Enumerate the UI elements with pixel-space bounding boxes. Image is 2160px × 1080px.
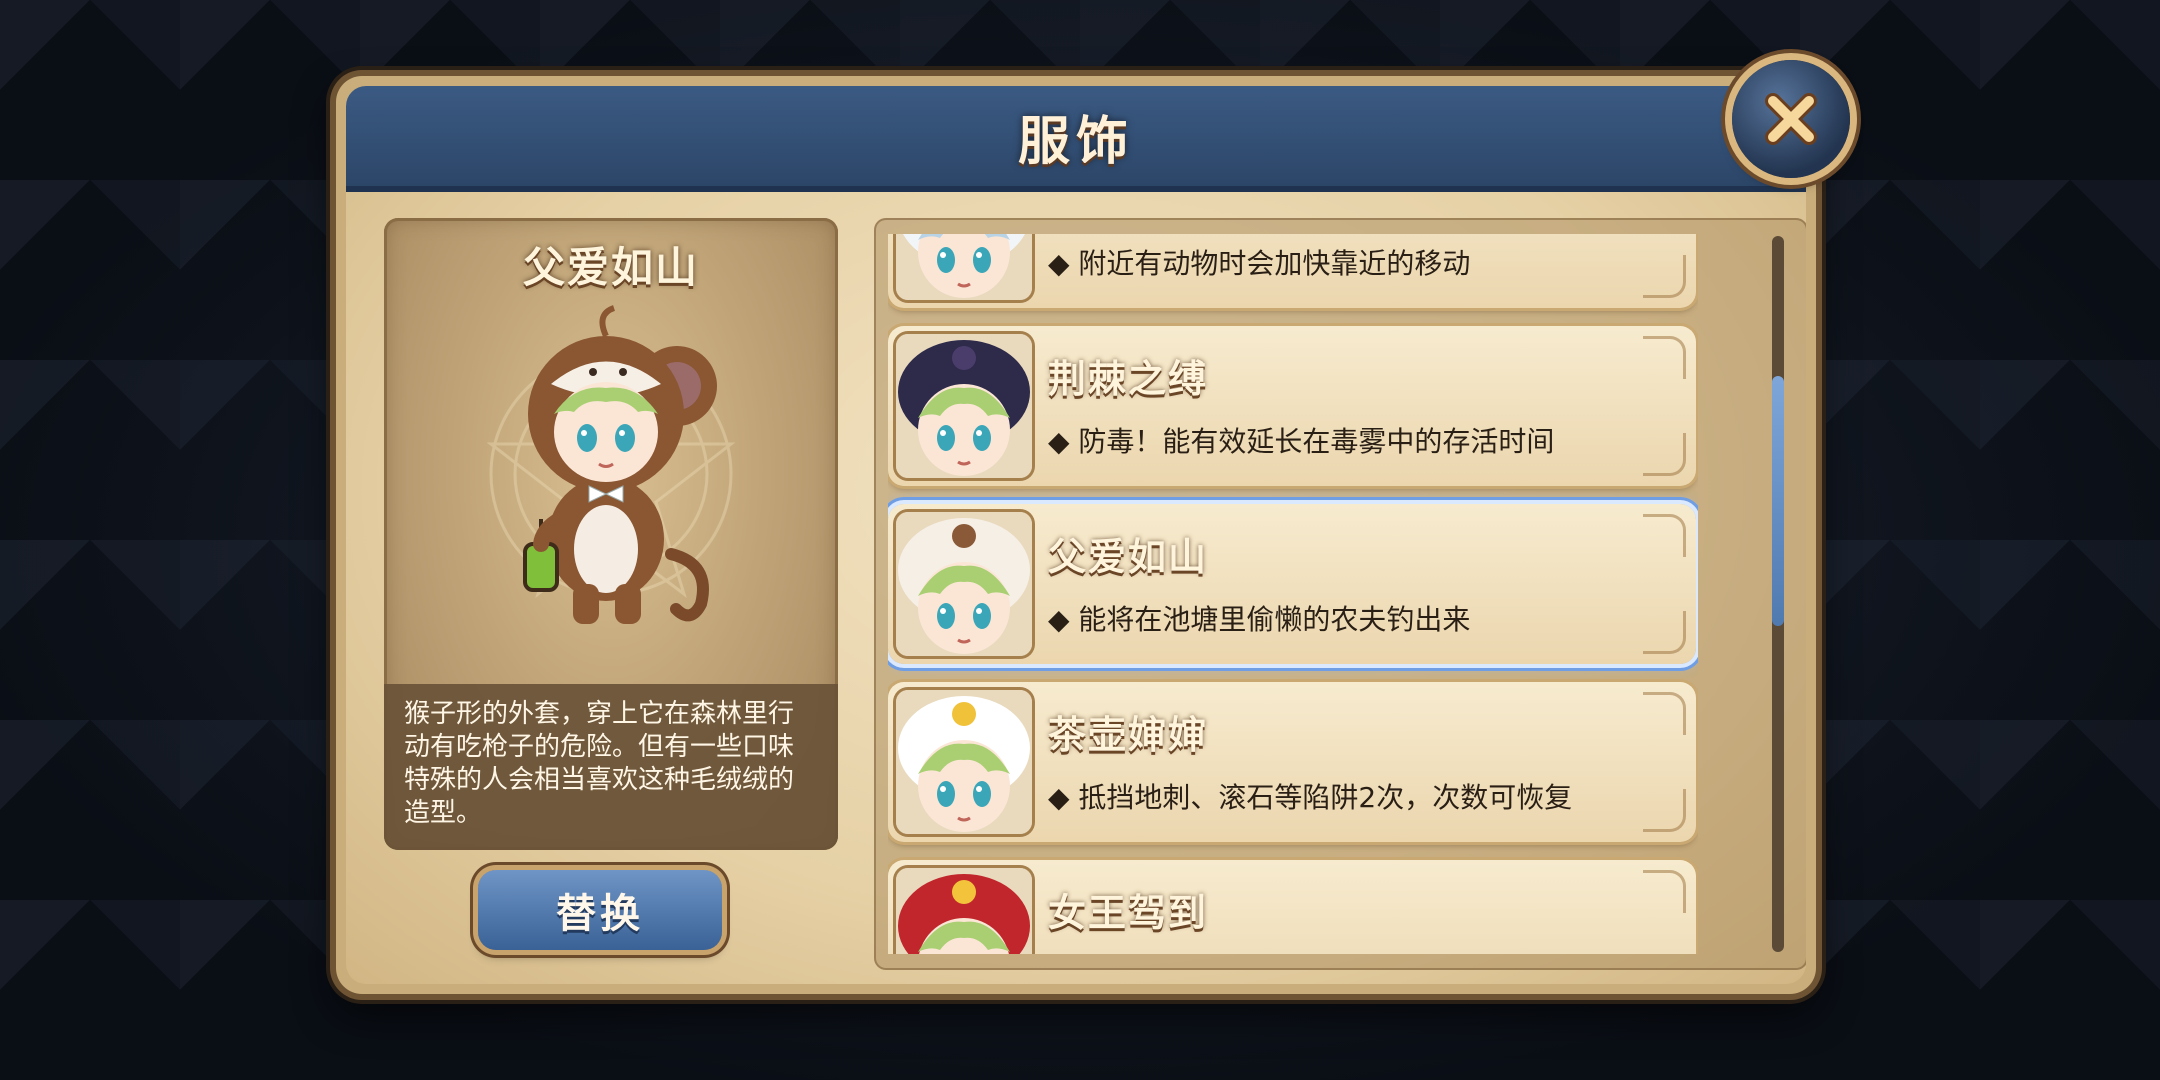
costume-name: 父爱如山 [1048, 535, 1209, 579]
costume-effect: ◆ 防毒！能有效延长在毒雾中的存活时间 [1048, 425, 1555, 458]
corner-ornament [1643, 789, 1686, 832]
costume-portrait-image [486, 305, 736, 624]
costume-list-item[interactable]: 荆棘之缚 ◆ 防毒！能有效延长在毒雾中的存活时间 [888, 326, 1696, 486]
list-scrollbar[interactable] [1772, 236, 1784, 952]
costume-list-panel: ◆ 附近有动物时会加快靠近的移动荆棘之缚 ◆ 防毒！能有效延长在毒雾中的存活时间父… [874, 218, 1806, 970]
costume-detail-panel: 父爱如山 猴子形的外套，穿上它在森林里行动有吃枪子的危险。但有一些口味特殊的人会… [384, 218, 838, 850]
costume-avatar-icon [896, 234, 1032, 300]
close-x-icon [1765, 93, 1817, 145]
costume-avatar-icon [896, 690, 1032, 834]
costume-list-item[interactable]: 父爱如山 ◆ 能将在池塘里偷懒的农夫钓出来 [888, 504, 1696, 664]
corner-ornament [1643, 870, 1686, 913]
costume-list-item[interactable]: ◆ 附近有动物时会加快靠近的移动 [888, 234, 1696, 308]
costume-effect: ◆ 附近有动物时会加快靠近的移动 [1048, 247, 1471, 280]
costume-avatar-icon [896, 512, 1032, 656]
dialog-body: 服饰 父爱如山 猴子形的外套，穿上它在森林里行动有吃枪子的危险。但有一些口味特殊… [346, 86, 1806, 984]
corner-ornament [1643, 514, 1686, 557]
costume-list-track: ◆ 附近有动物时会加快靠近的移动荆棘之缚 ◆ 防毒！能有效延长在毒雾中的存活时间父… [888, 234, 1698, 954]
costume-effect: ◆ 抵挡地刺、滚石等陷阱2次，次数可恢复 [1048, 781, 1573, 814]
dialog-title: 服饰 [1017, 111, 1134, 172]
costume-avatar-icon [896, 334, 1032, 478]
costume-name: 女王驾到 [1048, 891, 1209, 935]
detail-costume-name: 父爱如山 [522, 243, 699, 292]
costume-list[interactable]: ◆ 附近有动物时会加快靠近的移动荆棘之缚 ◆ 防毒！能有效延长在毒雾中的存活时间父… [888, 234, 1698, 954]
scrollbar-thumb[interactable] [1772, 375, 1784, 627]
costume-dialog: 服饰 父爱如山 猴子形的外套，穿上它在森林里行动有吃枪子的危险。但有一些口味特殊… [336, 76, 1816, 994]
corner-ornament [1643, 336, 1686, 379]
corner-ornament [1643, 255, 1686, 298]
detail-costume-description: 猴子形的外套，穿上它在森林里行动有吃枪子的危险。但有一些口味特殊的人会相当喜欢这… [384, 684, 838, 850]
costume-name: 茶壶婶婶 [1048, 713, 1209, 757]
corner-ornament [1643, 433, 1686, 476]
costume-list-item[interactable]: 茶壶婶婶 ◆ 抵挡地刺、滚石等陷阱2次，次数可恢复 [888, 682, 1696, 842]
replace-button[interactable]: 替换 [478, 870, 722, 950]
corner-ornament [1643, 692, 1686, 735]
costume-effect: ◆ 能将在池塘里偷懒的农夫钓出来 [1048, 603, 1471, 636]
corner-ornament [1643, 611, 1686, 654]
close-button[interactable] [1732, 60, 1850, 178]
costume-name: 荆棘之缚 [1048, 357, 1209, 401]
costume-list-item[interactable]: 女王驾到◆ 你散发出的女王气场能让卫兵当场跪下 [888, 860, 1696, 954]
title-bar: 服饰 [346, 86, 1806, 192]
costume-avatar-icon [896, 868, 1032, 954]
